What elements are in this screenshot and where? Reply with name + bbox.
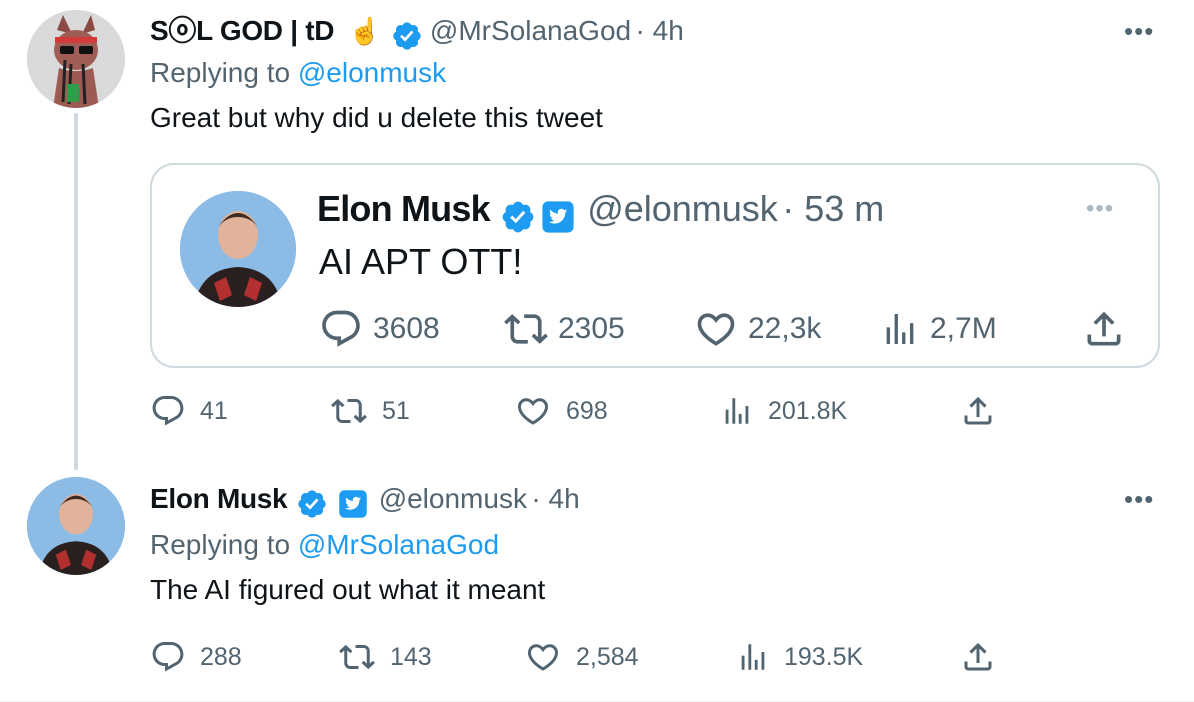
tweet1-handle[interactable]: @MrSolanaGod — [430, 15, 631, 46]
like-icon — [514, 393, 552, 429]
tweet2-reply-action[interactable]: 288 — [150, 639, 242, 675]
tweet1-like-action[interactable]: 698 — [514, 393, 608, 429]
quote-handle[interactable]: @elonmusk — [587, 188, 778, 229]
quote-retweet-action[interactable]: 2305 — [504, 307, 625, 351]
avatar-mrsolanagod[interactable] — [27, 10, 125, 108]
quote-avatar-elonmusk[interactable] — [180, 191, 296, 307]
thread-connector — [74, 113, 78, 470]
quote-display-name[interactable]: Elon Musk — [317, 188, 491, 229]
quote-reply-action[interactable]: 3608 — [319, 307, 440, 351]
quote-views-action[interactable]: 2,7M — [880, 307, 997, 351]
tweet1-reply-count: 41 — [200, 396, 228, 425]
quote-like-count: 22,3k — [748, 312, 822, 345]
tweet1-like-count: 698 — [566, 396, 608, 425]
share-icon — [960, 639, 996, 675]
tweet1-share-action[interactable] — [960, 393, 996, 429]
tweet1-time[interactable]: · 4h — [636, 15, 684, 46]
elon-avatar-icon — [27, 477, 125, 575]
retweet-icon — [330, 393, 368, 429]
reply-icon — [150, 639, 186, 675]
tweet2-like-count: 2,584 — [576, 642, 639, 671]
tweet2-share-action[interactable] — [960, 639, 996, 675]
quote-header: Elon Musk @elonmusk · 53 m — [317, 187, 884, 239]
elon-avatar-icon — [180, 191, 296, 307]
share-icon — [960, 393, 996, 429]
tweet1-views-count: 201.8K — [768, 396, 848, 425]
avatar-elonmusk[interactable] — [27, 477, 125, 575]
views-icon — [720, 393, 754, 429]
tweet2-header: Elon Musk @elonmusk · 4h — [150, 480, 580, 523]
like-icon — [524, 639, 562, 675]
tweet2-views-count: 193.5K — [784, 642, 864, 671]
tweet2-retweet-count: 143 — [390, 642, 432, 671]
like-icon — [694, 307, 738, 351]
tweet2-more-icon[interactable]: ••• — [1124, 484, 1154, 515]
tweet1-more-icon[interactable]: ••• — [1124, 16, 1154, 47]
quoted-tweet-card[interactable]: Elon Musk @elonmusk · 53 m ••• AI APT OT… — [150, 163, 1160, 368]
quote-more-icon[interactable]: ••• — [1086, 195, 1114, 223]
mention-mrsolanagod-link[interactable]: @MrSolanaGod — [298, 529, 499, 560]
quote-views-count: 2,7M — [930, 312, 997, 345]
quote-share-action[interactable] — [1082, 307, 1126, 351]
tweet1-retweet-action[interactable]: 51 — [330, 393, 410, 429]
tweet2-replying-to: Replying to @MrSolanaGod — [150, 529, 499, 561]
tweet1-text: Great but why did u delete this tweet — [150, 102, 603, 133]
quote-time[interactable]: · 53 m — [782, 188, 884, 229]
tweet1-views-action[interactable]: 201.8K — [720, 393, 847, 429]
quote-reply-count: 3608 — [373, 312, 440, 345]
replying-prefix: Replying to — [150, 529, 298, 560]
quote-like-action[interactable]: 22,3k — [694, 307, 821, 351]
twitter-blue-badge-icon — [338, 489, 368, 519]
tweet2-views-action[interactable]: 193.5K — [736, 639, 863, 675]
views-icon — [880, 307, 920, 351]
views-icon — [736, 639, 770, 675]
reply-icon — [319, 307, 363, 351]
verified-badge-icon[interactable] — [500, 199, 536, 235]
tweet2-time[interactable]: · 4h — [531, 483, 579, 514]
tweet1-display-name[interactable]: SⓞL GOD | tD — [150, 15, 334, 46]
pointing-finger-emoji-icon: ☝️ — [348, 16, 381, 46]
replying-prefix: Replying to — [150, 57, 298, 88]
verified-badge-icon[interactable] — [296, 488, 328, 520]
reply-icon — [150, 393, 186, 429]
retweet-icon — [338, 639, 376, 675]
tweet2-display-name[interactable]: Elon Musk — [150, 483, 288, 514]
tweet2-text: The AI figured out what it meant — [150, 574, 546, 605]
tweet2-like-action[interactable]: 2,584 — [524, 639, 639, 675]
tweet2-reply-count: 288 — [200, 642, 242, 671]
quote-retweet-count: 2305 — [558, 312, 625, 345]
mention-elonmusk-link[interactable]: @elonmusk — [298, 57, 446, 88]
tweet1-header: SⓞL GOD | tD ☝️ @MrSolanaGod · 4h — [150, 12, 684, 55]
tweet1-retweet-count: 51 — [382, 396, 410, 425]
verified-badge-icon[interactable] — [391, 20, 423, 52]
retweet-icon — [504, 307, 548, 351]
cat-avatar-icon — [27, 10, 125, 108]
share-icon — [1082, 307, 1126, 351]
tweet1-replying-to: Replying to @elonmusk — [150, 57, 446, 89]
tweet2-handle[interactable]: @elonmusk — [379, 483, 527, 514]
twitter-blue-badge-icon — [541, 200, 575, 234]
tweet2-retweet-action[interactable]: 143 — [338, 639, 432, 675]
quote-text: AI APT OTT! — [319, 241, 523, 282]
tweet1-reply-action[interactable]: 41 — [150, 393, 228, 429]
